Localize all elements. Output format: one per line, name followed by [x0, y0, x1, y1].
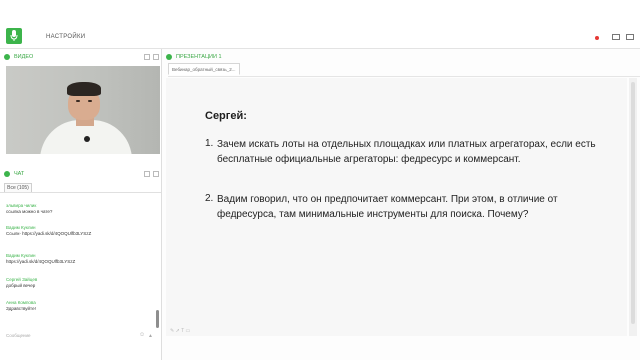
video-icon [4, 54, 10, 60]
microphone-icon [10, 30, 18, 41]
emoji-icon[interactable]: ☺ [139, 332, 145, 338]
pencil-icon[interactable]: ✎ [170, 328, 174, 334]
send-icon[interactable]: ▲ [148, 333, 153, 339]
settings-icon[interactable] [153, 54, 159, 60]
chat-message: Сергей Зайцев добрый вечер [6, 277, 37, 289]
chat-text[interactable]: Ссылк- https://yadi.sk/d/4QOQUlfb3LYSzZ [6, 231, 91, 237]
settings-menu[interactable]: НАСТРОЙКИ [46, 34, 85, 40]
chat-input-area[interactable]: Сообщение ☺ ▲ [0, 330, 161, 342]
top-bar: НАСТРОЙКИ [0, 0, 640, 49]
chat-input[interactable]: Сообщение [6, 333, 31, 338]
chat-icon [4, 171, 10, 177]
chat-message: эльвира чилик ссылка можно в чате? [6, 203, 52, 215]
chat-settings-icon[interactable] [153, 171, 159, 177]
chat-panel-title: ЧАТ [14, 171, 25, 177]
chat-text: Здравствуйте! [6, 306, 36, 311]
webcam-video [6, 66, 160, 154]
presentation-icon [166, 54, 172, 60]
chat-panel-header[interactable]: ЧАТ [0, 167, 161, 181]
expand-icon[interactable] [144, 54, 150, 60]
text-icon[interactable]: T [181, 328, 184, 334]
slide-item-number: 2. [205, 193, 214, 204]
video-panel-title: ВИДЕО [14, 54, 34, 60]
slide-item-number: 1. [205, 138, 214, 149]
fullscreen-button[interactable] [626, 34, 634, 40]
record-indicator-icon [595, 36, 599, 40]
eraser-icon[interactable]: ▭ [185, 328, 190, 334]
minimize-button[interactable] [612, 34, 620, 40]
chat-message: Анна Компова Здравствуйте! [6, 300, 36, 312]
slide-scrollbar[interactable] [629, 78, 637, 336]
presentation-panel-title: ПРЕЗЕНТАЦИИ 1 [176, 54, 222, 60]
slide-title: Сергей: [205, 110, 247, 122]
chat-scrollbar[interactable] [156, 310, 159, 328]
slide-item-text: Зачем искать лоты на отдельных площадках… [217, 139, 596, 165]
app-logo[interactable] [6, 28, 22, 44]
slide-item-text: Вадим говорил, что он предпочитает комме… [217, 194, 558, 220]
chat-text[interactable]: https://yadi.sk/d/4QOQUlfb3LYSzZ [6, 259, 75, 265]
chat-message: Вадим Куклин Ссылк- https://yadi.sk/d/4Q… [6, 225, 91, 237]
chat-text: ссылка можно в чате? [6, 209, 53, 214]
arrow-icon[interactable]: ➚ [176, 328, 180, 334]
chat-text: добрый вечер [6, 283, 36, 288]
presentation-tab[interactable]: Вебинар_обратный_связь_2... [168, 63, 240, 75]
video-panel-header[interactable]: ВИДЕО [0, 50, 161, 64]
slide-toolbar[interactable]: ✎ ➚ T ▭ [170, 328, 190, 334]
chat-message: Вадим Куклин https://yadi.sk/d/4QOQUlfb3… [6, 253, 75, 265]
lapel-mic-icon [84, 136, 90, 142]
expand-icon[interactable] [144, 171, 150, 177]
